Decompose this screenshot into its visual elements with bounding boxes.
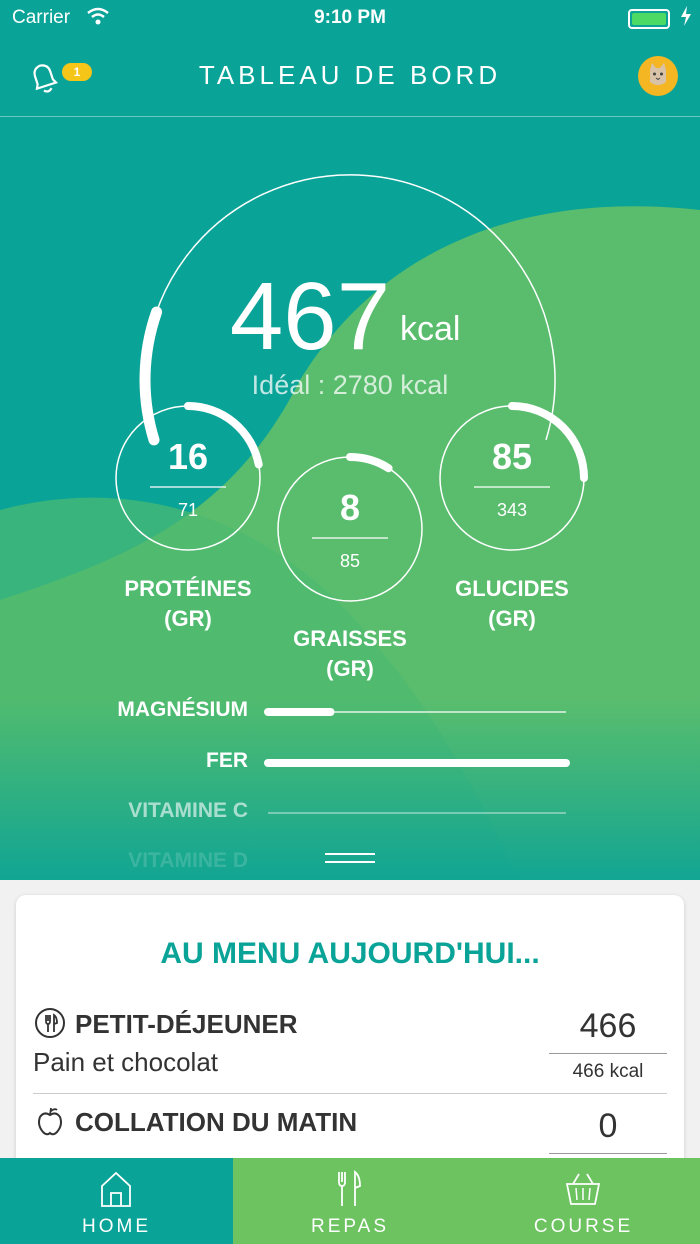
clock: 9:10 PM (314, 7, 386, 28)
mineral-label-vitamine-d: VITAMINE D (128, 849, 248, 869)
home-icon (101, 1171, 131, 1207)
status-bar: Carrier 9:10 PM (0, 0, 700, 36)
carbs-label-name: GLUCIDES (455, 576, 569, 601)
meal-separator (33, 1093, 667, 1094)
fork-knife-icon (338, 1170, 361, 1206)
fat-ring-progress (346, 452, 393, 473)
utensils-icon (35, 1008, 65, 1038)
protein-label: PROTÉINES (GR) (98, 574, 278, 634)
tab-bar: HOME REPAS COURSE (0, 1158, 700, 1244)
tab-home[interactable]: HOME (0, 1158, 233, 1244)
fat-label: GRAISSES (GR) (260, 624, 440, 684)
apple-icon (38, 1107, 62, 1136)
battery-icon (628, 9, 670, 29)
calorie-value: 467 (229, 263, 391, 370)
carbs-label-unit: (GR) (488, 606, 536, 631)
drag-handle-line-2[interactable] (325, 861, 375, 863)
fat-label-name: GRAISSES (293, 626, 407, 651)
meal-kcal: 466 kcal (572, 1061, 644, 1082)
mineral-label-magnesium: MAGNÉSIUM (117, 698, 248, 721)
meal-name: COLLATION DU MATIN (75, 1107, 358, 1137)
menu-title: AU MENU AUJOURD'HUI... (160, 937, 540, 970)
page-title: TABLEAU DE BORD (198, 60, 502, 90)
tab-repas-label: REPAS (310, 1216, 389, 1237)
tab-course-label: COURSE (533, 1216, 634, 1237)
carbs-label: GLUCIDES (GR) (422, 574, 602, 634)
ideal-calories: Idéal : 2780 kcal (251, 370, 449, 400)
drag-handle-line-1[interactable] (325, 853, 375, 855)
protein-value: 16 (167, 436, 209, 477)
meal-value-divider (549, 1053, 667, 1054)
fat-ring (277, 456, 423, 602)
fat-target: 85 (339, 551, 361, 571)
mineral-label-vitamine-c: VITAMINE C (128, 799, 248, 822)
carbs-value: 85 (491, 436, 533, 477)
meal-description: Pain et chocolat (33, 1047, 219, 1077)
mineral-label-fer: FER (206, 749, 248, 772)
cat-avatar-icon (650, 63, 666, 85)
protein-label-name: PROTÉINES (124, 576, 252, 601)
meal-value: 466 (579, 1007, 637, 1045)
header-divider (0, 116, 700, 117)
fat-label-unit: (GR) (326, 656, 374, 681)
tab-repas[interactable]: REPAS (233, 1158, 467, 1244)
app-header: 1 TABLEAU DE BORD (0, 36, 700, 116)
gauges (115, 174, 588, 814)
charging-icon (680, 6, 692, 32)
carbs-target: 343 (496, 500, 528, 520)
protein-target: 71 (177, 500, 199, 520)
basket-icon (565, 1173, 601, 1205)
meal-value-divider (549, 1153, 667, 1154)
tab-home-label: HOME (82, 1216, 151, 1237)
avatar[interactable] (638, 56, 678, 96)
meal-name: PETIT-DÉJEUNER (75, 1009, 298, 1039)
tab-course[interactable]: COURSE (467, 1158, 700, 1244)
fat-value: 8 (339, 487, 361, 528)
menu-card: AU MENU AUJOURD'HUI... PETIT-DÉJEUNER Pa… (16, 895, 684, 1195)
calorie-unit: kcal (400, 310, 461, 348)
meal-value: 0 (598, 1107, 618, 1145)
protein-label-unit: (GR) (164, 606, 212, 631)
